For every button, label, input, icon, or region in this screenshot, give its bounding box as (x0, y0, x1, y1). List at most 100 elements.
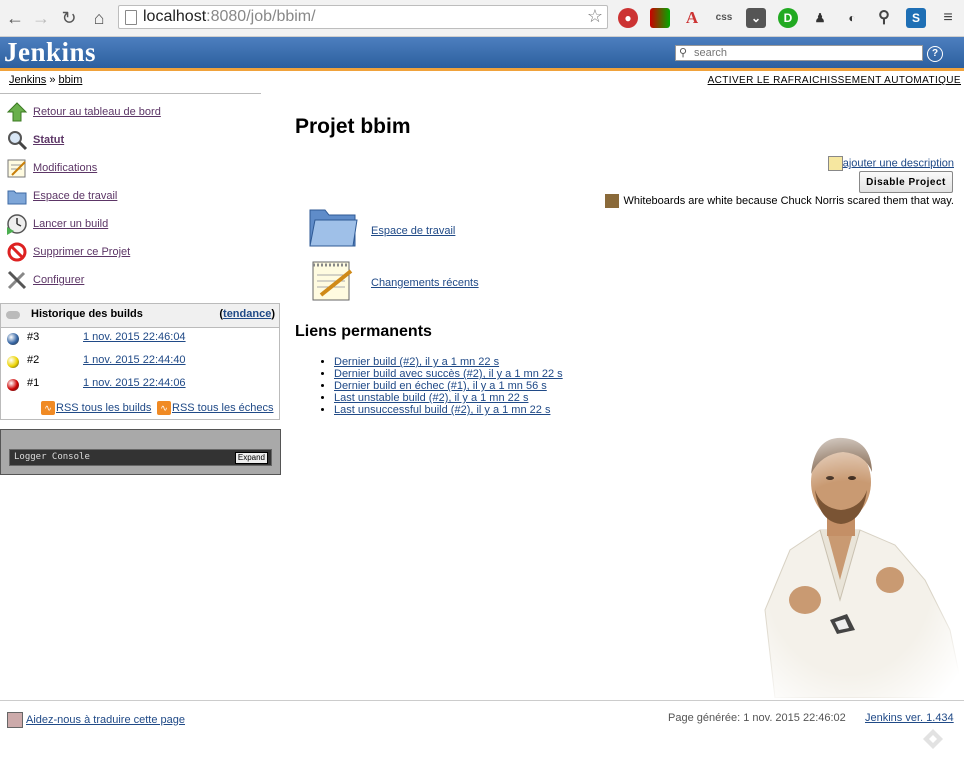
s-extension-icon[interactable]: S (906, 8, 926, 28)
task-label[interactable]: Espace de travail (33, 190, 117, 202)
pocket-extension-icon[interactable]: ⌄ (746, 8, 766, 28)
rss-icon: ∿ (41, 401, 55, 415)
notepad-icon (312, 261, 353, 301)
search-icon: ⚲ (679, 47, 688, 59)
clock-play-icon (7, 214, 27, 235)
rss-failures[interactable]: ∿ RSS tous les échecs (157, 401, 274, 415)
search-extension-icon[interactable]: ⚲ (874, 8, 894, 28)
build-history-header: Historique des builds (tendance) (1, 304, 279, 328)
main-link-workspace[interactable]: Espace de travail (307, 206, 607, 252)
mask-extension-icon[interactable]: ◐ (842, 8, 862, 28)
task-label[interactable]: Configurer (33, 274, 84, 286)
add-description[interactable]: ajouter une description (827, 156, 954, 171)
address-bar[interactable]: localhost:8080/job/bbim/ ☆ (118, 5, 608, 29)
permalink[interactable]: Dernier build (#2), il y a 1 mn 22 s (334, 356, 499, 368)
build-row: #1 1 nov. 2015 22:44:06 (1, 373, 279, 396)
jenkins-logo[interactable]: Jenkins (4, 37, 96, 68)
disable-project-button[interactable]: Disable Project (859, 171, 953, 193)
build-status-ball-icon (7, 333, 19, 345)
green-extension-icon[interactable]: D (778, 8, 798, 28)
build-number: #2 (27, 354, 40, 366)
permalink-item: Dernier build avec succès (#2), il y a 1… (334, 368, 563, 380)
folder-icon (309, 209, 358, 247)
fact-text: Whiteboards are white because Chuck Norr… (623, 194, 954, 207)
chuck-avatar-icon (605, 194, 620, 208)
permalink-item: Dernier build (#2), il y a 1 mn 22 s (334, 356, 563, 368)
breadcrumb-separator: » (49, 74, 56, 86)
build-history-title: Historique des builds (31, 308, 143, 320)
permalink[interactable]: Dernier build avec succès (#2), il y a 1… (334, 368, 563, 380)
url-text: localhost:8080/job/bbim/ (143, 8, 316, 25)
task-configure[interactable]: Configurer (6, 269, 266, 293)
back-arrow-icon[interactable]: ← (4, 7, 26, 29)
build-date-link[interactable]: 1 nov. 2015 22:46:04 (83, 331, 186, 343)
permalinks-list: Dernier build (#2), il y a 1 mn 22 s Der… (316, 356, 563, 416)
main-link-recent-changes[interactable]: Changements récents (307, 259, 607, 305)
build-status-ball-icon (7, 356, 19, 368)
task-label[interactable]: Lancer un build (33, 218, 108, 230)
color-extension-icon[interactable] (650, 8, 670, 28)
add-description-link[interactable]: ajouter une description (843, 157, 954, 169)
task-delete-project[interactable]: Supprimer ce Projet (6, 241, 266, 265)
build-row: #3 1 nov. 2015 22:46:04 (1, 327, 279, 350)
search-input[interactable] (694, 46, 920, 60)
trend-link[interactable]: tendance (223, 308, 271, 320)
feedly-icon[interactable] (922, 728, 944, 750)
page-icon (125, 10, 137, 25)
permalink[interactable]: Last unsuccessful build (#2), il y a 1 m… (334, 404, 550, 416)
rss-failures-link[interactable]: RSS tous les échecs (172, 402, 274, 414)
build-date-link[interactable]: 1 nov. 2015 22:44:40 (83, 354, 186, 366)
page-generated: Page générée: 1 nov. 2015 22:46:02 (668, 712, 846, 724)
footer-divider (0, 700, 964, 701)
forward-arrow-icon[interactable]: → (30, 7, 52, 29)
css-extension-icon[interactable]: css (714, 8, 734, 28)
task-label[interactable]: Supprimer ce Projet (33, 246, 130, 258)
main-link-label[interactable]: Changements récents (371, 277, 479, 289)
browser-toolbar: ← → ↻ ⌂ localhost:8080/job/bbim/ ☆ ● A c… (0, 0, 964, 37)
logger-console-title: Logger Console (14, 452, 90, 462)
adblock-extension-icon[interactable]: ● (618, 8, 638, 28)
task-back-to-dashboard[interactable]: Retour au tableau de bord (6, 101, 266, 125)
task-changes[interactable]: Modifications (6, 157, 266, 181)
task-status[interactable]: Statut (6, 129, 266, 153)
help-icon[interactable]: ? (927, 46, 943, 62)
search-box[interactable]: ⚲ (675, 45, 923, 61)
expand-button[interactable]: Expand (234, 452, 268, 464)
breadcrumb-jenkins[interactable]: Jenkins (9, 74, 46, 86)
cloud-weather-icon (6, 311, 20, 319)
figure-extension-icon[interactable]: ♟ (810, 8, 830, 28)
build-row: #2 1 nov. 2015 22:44:40 (1, 350, 279, 373)
permalink[interactable]: Dernier build en échec (#1), il y a 1 mn… (334, 380, 547, 392)
notepad-icon (7, 159, 26, 178)
translate-help[interactable]: Aidez-nous à traduire cette page (7, 712, 185, 728)
chuck-norris-fact: Whiteboards are white because Chuck Norr… (605, 194, 954, 208)
rss-all-builds[interactable]: ∿ RSS tous les builds (41, 401, 151, 415)
reload-icon[interactable]: ↻ (58, 7, 80, 29)
build-number: #1 (27, 377, 40, 389)
home-icon[interactable]: ⌂ (88, 7, 110, 29)
translate-link[interactable]: Aidez-nous à traduire cette page (26, 714, 185, 726)
bookmark-star-icon[interactable]: ☆ (587, 6, 603, 27)
task-label[interactable]: Retour au tableau de bord (33, 106, 161, 118)
build-number: #3 (27, 331, 40, 343)
no-entry-icon (7, 242, 27, 262)
acrobat-extension-icon[interactable]: A (682, 8, 702, 28)
permalink[interactable]: Last unstable build (#2), il y a 1 mn 22… (334, 392, 528, 404)
rss-icon: ∿ (157, 401, 171, 415)
jenkins-version-link[interactable]: Jenkins ver. 1.434 (865, 712, 954, 724)
breadcrumb-job[interactable]: bbim (59, 74, 83, 86)
permalink-item: Last unsuccessful build (#2), il y a 1 m… (334, 404, 563, 416)
logger-console-bar: Logger Console Expand (9, 449, 272, 466)
autorefresh-link[interactable]: ACTIVER LE RAFRAICHISSEMENT AUTOMATIQUE (708, 75, 961, 86)
task-label[interactable]: Modifications (33, 162, 97, 174)
task-label[interactable]: Statut (33, 134, 64, 146)
menu-icon[interactable]: ≡ (938, 8, 958, 28)
main-link-label[interactable]: Espace de travail (371, 225, 455, 237)
task-build-now[interactable]: Lancer un build (6, 213, 266, 237)
task-workspace[interactable]: Espace de travail (6, 185, 266, 209)
build-date-link[interactable]: 1 nov. 2015 22:44:06 (83, 377, 186, 389)
rss-all-link[interactable]: RSS tous les builds (56, 402, 151, 414)
divider (0, 93, 261, 94)
build-status-ball-icon (7, 379, 19, 391)
build-history-panel: Historique des builds (tendance) #3 1 no… (0, 303, 280, 420)
